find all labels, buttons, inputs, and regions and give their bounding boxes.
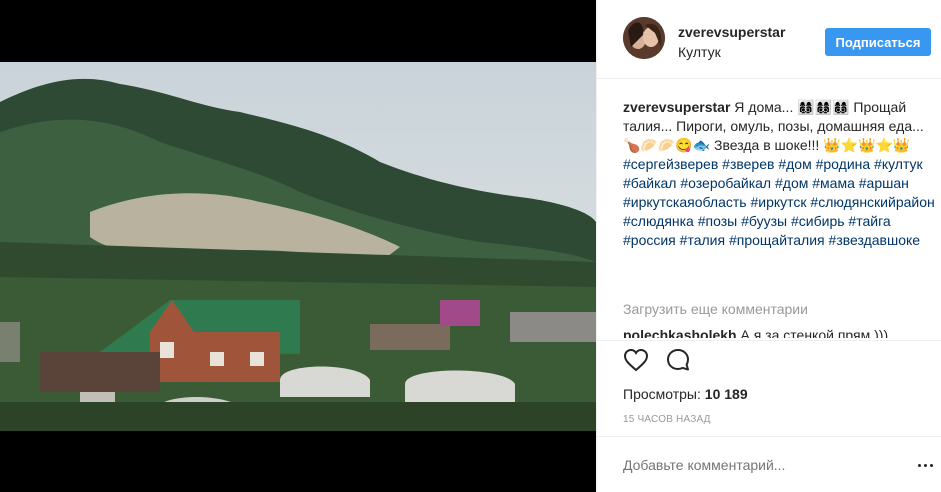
hashtag-list: #сергейзверев #зверев #дом #родина #култ…	[623, 156, 935, 248]
location-link[interactable]: Култук	[678, 44, 721, 60]
hashtag-link[interactable]: #позы	[698, 213, 737, 229]
video-player[interactable]	[0, 0, 596, 492]
hashtag-link[interactable]: #мама	[812, 175, 855, 191]
hashtag-link[interactable]: #звездавшоке	[829, 232, 921, 248]
hashtag-link[interactable]: #озеробайкал	[680, 175, 771, 191]
more-options-icon[interactable]	[915, 455, 935, 475]
hashtag-link[interactable]: #слюдянскийрайон	[810, 194, 934, 210]
post-side-panel: zverevsuperstar Култук Подписаться zvere…	[596, 0, 941, 492]
views-number: 10 189	[704, 386, 748, 402]
add-comment-input[interactable]	[623, 455, 883, 475]
avatar-image	[623, 17, 665, 59]
hashtag-link[interactable]: #зверев	[722, 156, 774, 172]
follow-button[interactable]: Подписаться	[825, 28, 931, 56]
add-comment-section	[597, 436, 941, 492]
caption: zverevsuperstar Я дома... 👩‍👩‍👦‍👦👩‍👩‍👦‍👦…	[623, 98, 935, 250]
hashtag-link[interactable]: #россия	[623, 232, 676, 248]
views-count: Просмотры: 10 189	[623, 386, 748, 402]
hashtag-link[interactable]: #тайга	[848, 213, 890, 229]
hashtag-link[interactable]: #родина	[816, 156, 871, 172]
hashtag-link[interactable]: #слюдянка	[623, 213, 694, 229]
hashtag-link[interactable]: #буузы	[741, 213, 787, 229]
video-frame	[0, 62, 596, 431]
heart-icon[interactable]	[623, 347, 649, 373]
hashtag-link[interactable]: #байкал	[623, 175, 676, 191]
comment-bubble-icon[interactable]	[665, 347, 691, 373]
hashtag-link[interactable]: #иркутскаяобласть	[623, 194, 747, 210]
post-dialog: zverevsuperstar Култук Подписаться zvere…	[0, 0, 941, 492]
caption-username-link[interactable]: zverevsuperstar	[623, 99, 730, 115]
comment-text: А я за стенкой прям )))	[736, 327, 889, 338]
comment-item: polechkasholekh А я за стенкой прям )))	[623, 326, 935, 338]
comment-username-link[interactable]: polechkasholekh	[623, 327, 737, 338]
actions-divider	[597, 340, 941, 341]
load-more-comments-link[interactable]: Загрузить еще комментарии	[623, 301, 808, 317]
username-link[interactable]: zverevsuperstar	[678, 24, 785, 40]
hashtag-link[interactable]: #култук	[874, 156, 923, 172]
hashtag-link[interactable]: #аршан	[859, 175, 909, 191]
hashtag-link[interactable]: #сибирь	[791, 213, 845, 229]
hashtag-link[interactable]: #талия	[680, 232, 725, 248]
post-header: zverevsuperstar Култук Подписаться	[597, 0, 941, 79]
hashtag-link[interactable]: #иркутск	[750, 194, 806, 210]
hashtag-link[interactable]: #прощайталия	[729, 232, 825, 248]
hashtag-link[interactable]: #дом	[775, 175, 808, 191]
avatar[interactable]	[623, 17, 665, 59]
hashtag-link[interactable]: #сергейзверев	[623, 156, 718, 172]
views-label: Просмотры:	[623, 386, 701, 402]
post-timestamp[interactable]: 15 ЧАСОВ НАЗАД	[623, 414, 711, 425]
hashtag-link[interactable]: #дом	[778, 156, 811, 172]
